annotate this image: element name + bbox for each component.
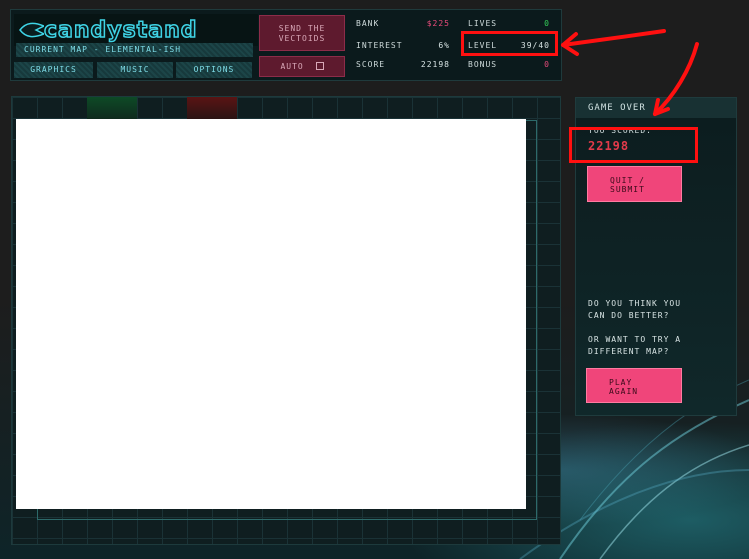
prompt-better: DO YOU THINK YOU CAN DO BETTER? [588,298,728,322]
prompt-different-map: OR WANT TO TRY A DIFFERENT MAP? [588,334,728,358]
bank-stat: BANK $225 [356,19,456,28]
auto-label: AUTO [280,62,304,71]
prompt-better-line1: DO YOU THINK YOU [588,299,682,308]
interest-value: 6% [438,41,450,50]
prompt-better-line2: CAN DO BETTER? [588,311,670,320]
prompt-map-line2: DIFFERENT MAP? [588,347,670,356]
spawn-tile [87,97,137,119]
send-vectoids-button[interactable]: SEND THE VECTOIDS [259,15,345,51]
play-line2: AGAIN [609,387,639,396]
game-board[interactable] [11,96,561,545]
logo-text: CANDYSTAND [43,17,198,44]
interest-stat: INTEREST 6% [356,41,456,50]
lives-value: 0 [544,19,550,28]
options-button[interactable]: OPTIONS [176,62,252,78]
logo: CANDYSTAND [14,14,258,46]
current-map-label: CURRENT MAP - ELEMENTAL-ISH [16,43,253,57]
score-highlight-box [569,127,698,163]
auto-checkbox[interactable] [315,62,324,70]
auto-button[interactable]: AUTO [259,56,345,77]
flame-icon [19,22,44,38]
lives-stat: LIVES 0 [468,19,554,28]
score-value: 22198 [420,60,450,69]
blank-overlay-panel [16,119,526,509]
level-highlight-box [461,31,558,56]
music-button[interactable]: MUSIC [97,62,173,78]
bonus-value: 0 [544,60,550,69]
game-over-title: GAME OVER [576,98,736,118]
send-button-line1: SEND THE [278,24,326,33]
graphics-button[interactable]: GRAPHICS [14,62,93,78]
bank-value: $225 [426,19,450,28]
quit-line2: SUBMIT [610,185,645,194]
bonus-label: BONUS [468,60,498,69]
quit-line1: QUIT / [610,176,645,185]
bonus-stat: BONUS 0 [468,60,554,69]
quit-submit-button[interactable]: QUIT / SUBMIT [587,166,682,202]
play-line1: PLAY [609,378,633,387]
prompt-map-line1: OR WANT TO TRY A [588,335,682,344]
bank-label: BANK [356,19,380,28]
lives-label: LIVES [468,19,498,28]
interest-label: INTEREST [356,41,403,50]
score-stat: SCORE 22198 [356,60,456,69]
play-again-button[interactable]: PLAY AGAIN [586,368,682,403]
score-label: SCORE [356,60,386,69]
exit-tile [187,97,237,119]
send-button-line2: VECTOIDS [278,34,326,43]
